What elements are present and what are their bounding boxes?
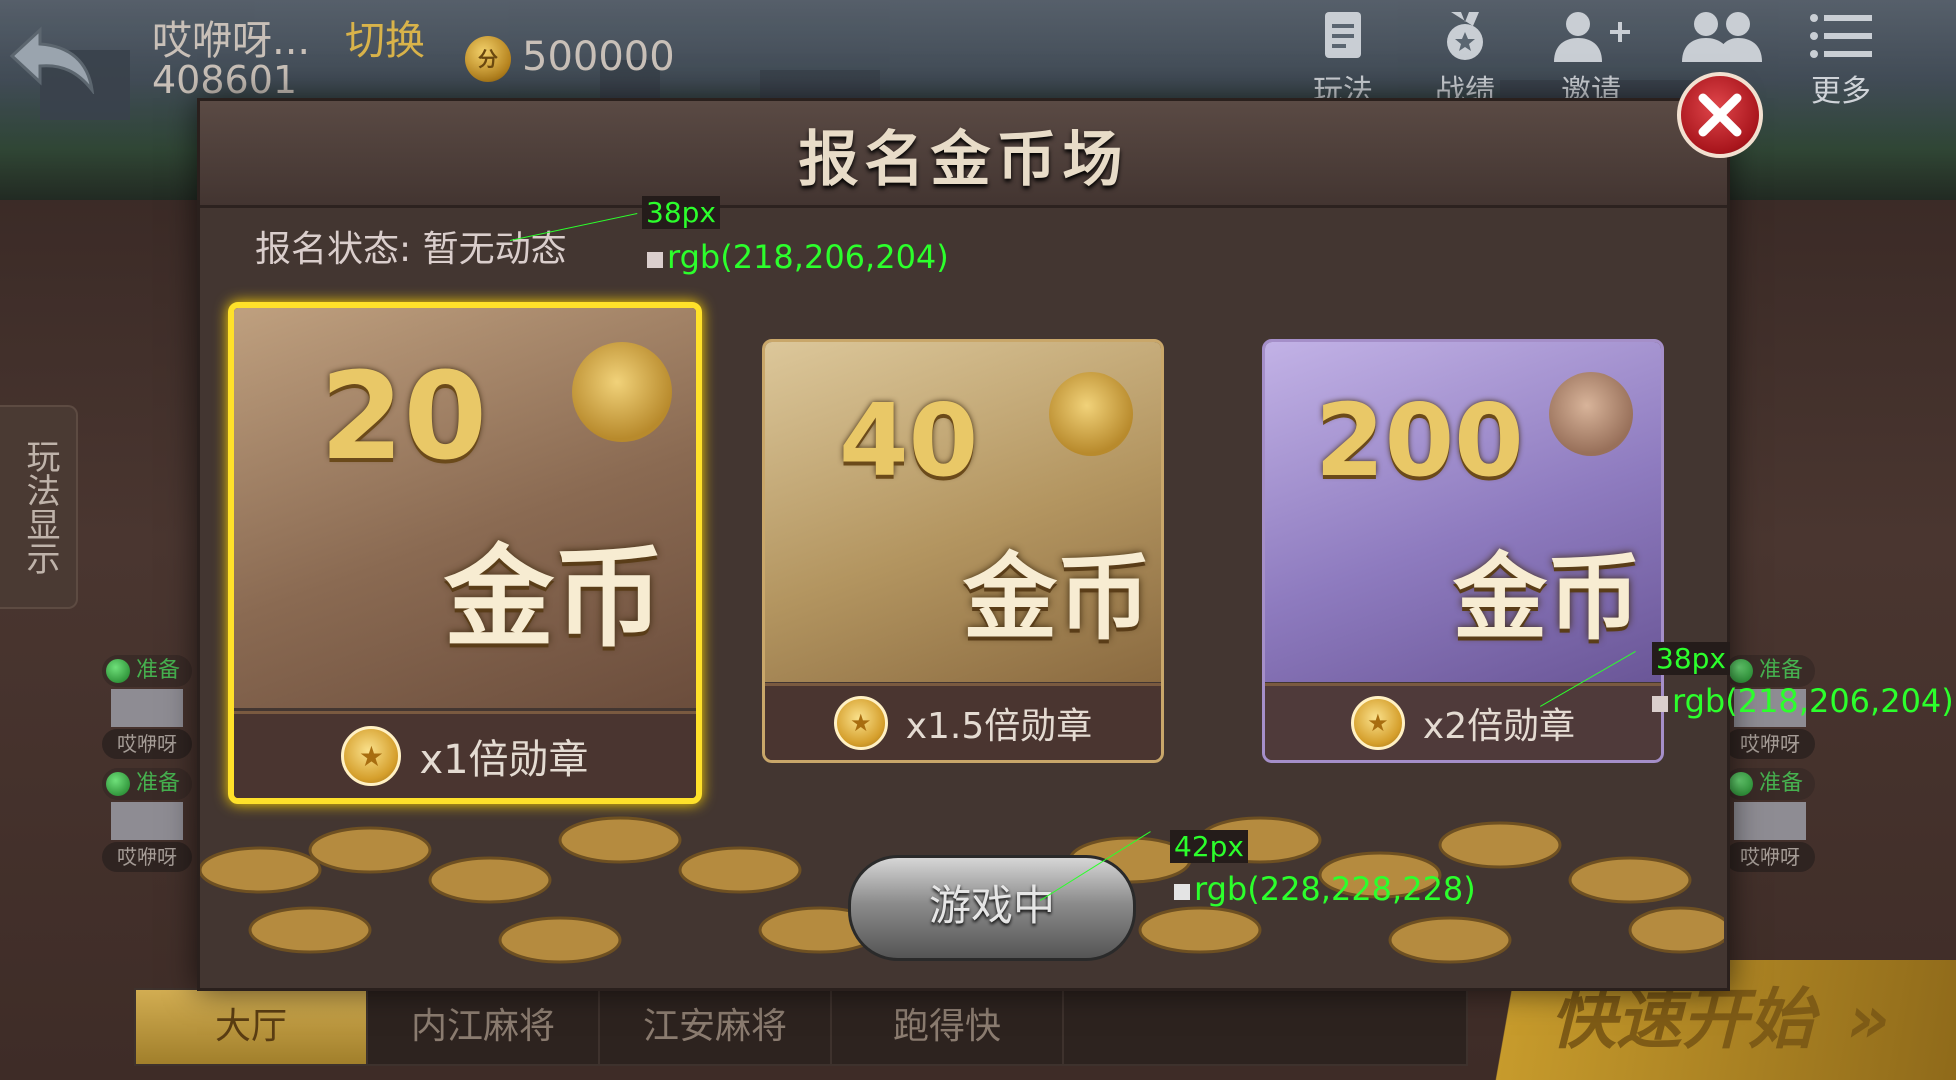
measure-color-label: rgb(218,206,204) [1652, 682, 1954, 720]
back-arrow-icon[interactable] [9, 22, 96, 96]
modal-header: 报名金币场 [200, 101, 1727, 208]
medal-record-icon [1447, 12, 1483, 60]
top-bar: 哎咿呀... 切换 408601 分 500000 玩法 战绩 邀请 成 [0, 0, 1956, 110]
seat-left-1: 准备 哎咿呀 [102, 655, 192, 759]
player-name: 哎咿呀 [102, 729, 192, 759]
seat-left-2: 准备 哎咿呀 [102, 768, 192, 872]
card-20-coins[interactable]: 20 金币 ★ x1倍勋章 [228, 302, 702, 804]
tab-lobby[interactable]: 大厅 [136, 990, 368, 1064]
coin-amount: 20 [320, 348, 487, 487]
switch-account-link[interactable]: 切换 [345, 8, 425, 66]
coin-unit: 金币 [963, 544, 1152, 653]
tab-neijiang-mahjong[interactable]: 内江麻将 [368, 990, 600, 1064]
measure-size-label: 42px [1170, 830, 1248, 863]
quick-start-label: 快速开始 [1550, 981, 1814, 1058]
badge-row: ★ x2倍勋章 [1265, 683, 1661, 760]
modal-title: 报名金币场 [798, 125, 1129, 195]
coin-icon [1549, 372, 1633, 456]
medal-icon: ★ [1350, 696, 1405, 750]
coin-unit: 金币 [444, 534, 664, 662]
ready-status: 准备 [1725, 768, 1815, 800]
avatar [111, 689, 183, 727]
group-icon [1682, 12, 1762, 62]
measure-size-label: 38px [642, 196, 720, 229]
medal-icon: ★ [833, 696, 888, 750]
coin-balance: 500000 [522, 34, 675, 80]
close-icon [1698, 93, 1742, 137]
add-user-icon [1554, 12, 1630, 62]
rules-icon [1325, 12, 1361, 58]
menu-icon [1810, 14, 1872, 58]
badge-row: ★ x1倍勋章 [234, 711, 696, 798]
tab-jiangan-mahjong[interactable]: 江安麻将 [600, 990, 832, 1064]
seat-right-2: 准备 哎咿呀 [1725, 768, 1815, 872]
more-label: 更多 [1811, 74, 1871, 109]
medal-icon: ★ [341, 726, 402, 786]
coin-amount: 40 [839, 382, 979, 499]
coin-amount: 200 [1315, 382, 1524, 499]
coin-icon [1049, 372, 1133, 456]
in-game-button[interactable]: 游戏中 [848, 855, 1136, 961]
coin-icon: 分 [465, 36, 511, 82]
badge-row: ★ x1.5倍勋章 [765, 683, 1161, 760]
measure-size-label: 38px [1652, 642, 1730, 675]
measure-color-label: rgb(218,206,204) [647, 238, 949, 276]
card-40-coins[interactable]: 40 金币 ★ x1.5倍勋章 [762, 339, 1164, 763]
player-name: 哎咿呀 [102, 842, 192, 872]
signup-status: 报名状态: 暂无动态 [255, 229, 567, 270]
invite-button[interactable]: 邀请 [1536, 8, 1646, 109]
rules-display-tab[interactable]: 玩法显示 [0, 405, 78, 609]
record-button[interactable]: 战绩 [1410, 8, 1520, 109]
player-name: 哎咿呀 [1725, 842, 1815, 872]
coin-unit: 金币 [1453, 544, 1642, 653]
avatar [1734, 802, 1806, 840]
player-name: 哎咿呀 [1725, 729, 1815, 759]
double-chevron-icon: » [1846, 981, 1890, 1058]
more-button[interactable]: 更多 [1786, 8, 1896, 109]
card-200-coins[interactable]: 200 金币 ★ x2倍勋章 [1262, 339, 1664, 763]
measure-color-label: rgb(228,228,228) [1174, 870, 1476, 908]
user-id: 408601 [152, 58, 298, 102]
medal-multiplier: x2倍勋章 [1422, 706, 1576, 747]
avatar [111, 802, 183, 840]
rules-button[interactable]: 玩法 [1288, 8, 1398, 109]
ready-status: 准备 [102, 655, 192, 687]
medal-multiplier: x1.5倍勋章 [905, 706, 1093, 747]
coin-icon [572, 342, 672, 442]
bottom-nav: 大厅 内江麻将 江安麻将 跑得快 [134, 988, 1468, 1066]
medal-multiplier: x1倍勋章 [419, 737, 589, 783]
tab-paodekuai[interactable]: 跑得快 [832, 990, 1064, 1064]
ready-status: 准备 [102, 768, 192, 800]
close-button[interactable] [1677, 72, 1763, 158]
